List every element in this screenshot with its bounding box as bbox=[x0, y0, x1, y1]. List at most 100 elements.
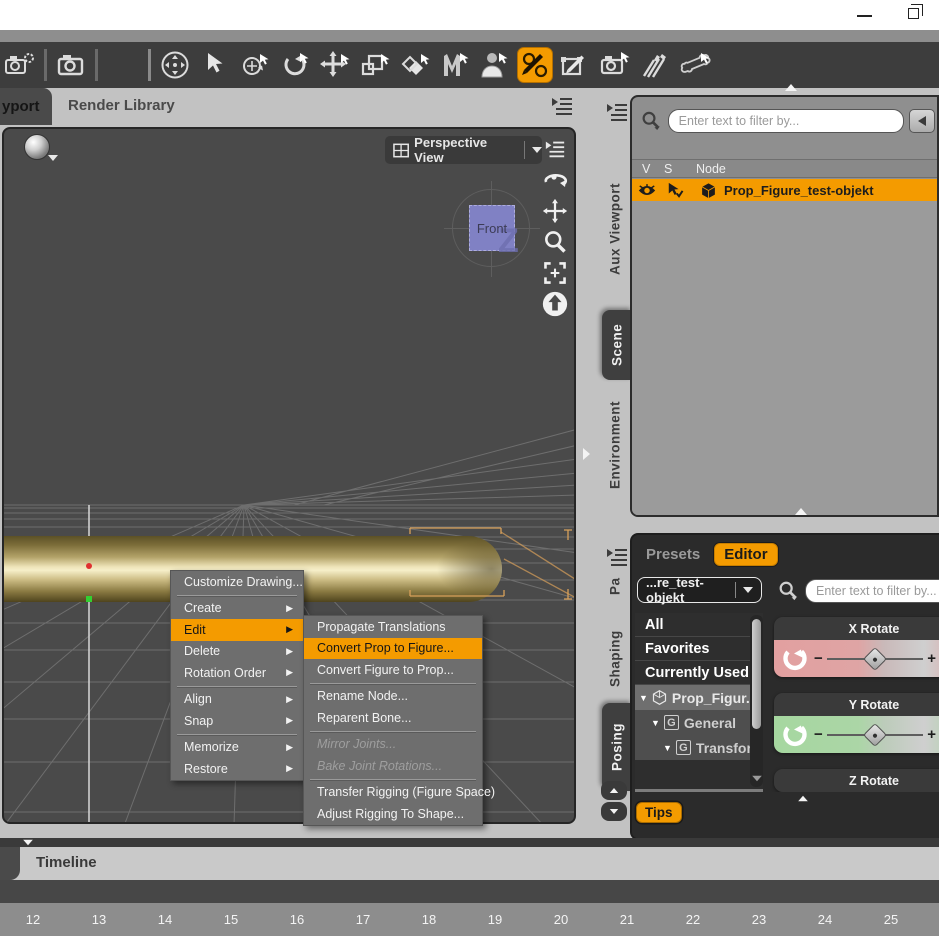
menu-delete[interactable]: Delete ▶ bbox=[171, 641, 303, 663]
frame-icon[interactable] bbox=[541, 259, 569, 286]
pane-spinner[interactable] bbox=[601, 781, 627, 821]
decrement-button[interactable]: − bbox=[814, 650, 823, 667]
slider-y-header[interactable]: Y Rotate bbox=[774, 693, 939, 716]
slider-y-body[interactable]: − + 0.00 bbox=[774, 716, 939, 753]
menu-convert-prop-to-figure[interactable]: Convert Prop to Figure... bbox=[304, 637, 482, 659]
universal-rotate-tool[interactable] bbox=[235, 45, 275, 85]
slider-y-track[interactable] bbox=[826, 722, 924, 747]
scene-pane-options-icon[interactable] bbox=[603, 100, 631, 124]
filter-back-button[interactable] bbox=[909, 109, 936, 133]
tree-scrollbar[interactable] bbox=[750, 615, 763, 787]
tree-expand-icon[interactable]: ▼ bbox=[663, 743, 672, 753]
scroll-down-icon[interactable] bbox=[752, 775, 762, 782]
restore-button[interactable] bbox=[902, 4, 928, 24]
tree-expand-icon[interactable]: ▼ bbox=[651, 718, 660, 728]
tab-render-library[interactable]: Render Library bbox=[68, 97, 175, 114]
horizontal-splitter[interactable] bbox=[0, 838, 939, 847]
render-button[interactable] bbox=[51, 45, 91, 85]
person-selection-tool[interactable] bbox=[475, 45, 515, 85]
view-cube-front-face[interactable]: Z Front bbox=[469, 205, 519, 260]
scale-tool[interactable] bbox=[355, 45, 395, 85]
pane-resize-handle[interactable] bbox=[795, 508, 807, 515]
slider-x-body[interactable]: − + 0.00 bbox=[774, 640, 939, 677]
viewport-options-icon[interactable] bbox=[541, 135, 569, 162]
tab-shaping[interactable]: Shaping bbox=[600, 618, 630, 700]
pan-camera-icon[interactable] bbox=[541, 197, 569, 224]
menu-transfer-rigging[interactable]: Transfer Rigging (Figure Space) bbox=[304, 782, 495, 804]
orbit-camera-icon[interactable] bbox=[541, 166, 569, 193]
zoom-icon[interactable] bbox=[541, 228, 569, 255]
tab-scene[interactable]: Scene bbox=[602, 310, 632, 380]
menu-adjust-rigging-to-shape[interactable]: Adjust Rigging To Shape... bbox=[304, 803, 482, 825]
drawstyle-sphere-icon[interactable] bbox=[24, 134, 50, 160]
surface-selection-tool[interactable] bbox=[395, 45, 435, 85]
slider-x-thumb[interactable] bbox=[862, 646, 888, 671]
group-favorites[interactable]: Favorites bbox=[635, 637, 763, 661]
menu-propagate-translations[interactable]: Propagate Translations bbox=[304, 616, 482, 638]
tree-scrollbar-thumb[interactable] bbox=[752, 619, 761, 729]
menu-customize-drawing[interactable]: Customize Drawing... bbox=[171, 571, 303, 593]
tab-editor[interactable]: Editor bbox=[714, 543, 778, 566]
timeline-track-area[interactable] bbox=[0, 880, 939, 903]
node-editor-tool-active[interactable] bbox=[515, 45, 555, 85]
minimize-button[interactable] bbox=[852, 6, 878, 24]
group-all[interactable]: All bbox=[635, 613, 763, 637]
slider-x-header[interactable]: X Rotate bbox=[774, 617, 939, 640]
splitter-handle[interactable] bbox=[583, 448, 590, 460]
menu-create[interactable]: Create ▶ bbox=[171, 598, 303, 620]
menu-rotation-order[interactable]: Rotation Order ▶ bbox=[171, 662, 303, 684]
menu-restore[interactable]: Restore ▶ bbox=[171, 758, 303, 780]
tree-node-transforms[interactable]: ▼ G Transfor... bbox=[635, 735, 763, 760]
decrement-button[interactable]: − bbox=[814, 726, 823, 743]
tree-node-root[interactable]: ▼ Prop_Figur... bbox=[635, 685, 763, 710]
scene-filter-input[interactable] bbox=[667, 109, 905, 133]
pane-options-icon[interactable] bbox=[548, 94, 576, 118]
menu-convert-figure-to-prop[interactable]: Convert Figure to Prop... bbox=[304, 659, 482, 681]
slider-x-track[interactable] bbox=[826, 646, 924, 671]
brush-tool[interactable] bbox=[635, 45, 675, 85]
params-filter-input[interactable] bbox=[805, 579, 939, 603]
tips-button[interactable]: Tips bbox=[636, 802, 682, 823]
increment-button[interactable]: + bbox=[927, 650, 936, 667]
group-currently-used[interactable]: Currently Used bbox=[635, 661, 763, 685]
tab-parameters[interactable]: Pa bbox=[600, 563, 630, 609]
menu-memorize[interactable]: Memorize ▶ bbox=[171, 737, 303, 759]
tab-presets[interactable]: Presets bbox=[646, 546, 700, 563]
selectable-cursor-icon[interactable] bbox=[666, 182, 684, 198]
figure-m-tool[interactable] bbox=[435, 45, 475, 85]
slider-y-thumb[interactable] bbox=[862, 722, 888, 747]
slider-z-header[interactable]: Z Rotate bbox=[774, 769, 939, 792]
tree-expand-icon[interactable]: ▼ bbox=[639, 693, 648, 703]
menu-rename-node[interactable]: Rename Node... bbox=[304, 686, 482, 708]
pane-resize-handle[interactable] bbox=[798, 795, 808, 802]
scene-empty-area[interactable] bbox=[632, 201, 937, 515]
pane-resize-handle[interactable] bbox=[785, 84, 797, 91]
increment-button[interactable]: + bbox=[927, 726, 936, 743]
render-settings-button[interactable] bbox=[0, 45, 40, 85]
tree-node-general[interactable]: ▼ G General bbox=[635, 710, 763, 735]
translate-tool[interactable] bbox=[315, 45, 355, 85]
camera-cursor-tool[interactable] bbox=[595, 45, 635, 85]
menu-edit[interactable]: Edit ▶ bbox=[171, 619, 303, 641]
rotate-tool[interactable] bbox=[275, 45, 315, 85]
scene-node-row-selected[interactable]: Prop_Figure_test-objekt bbox=[632, 179, 937, 201]
camera-selector[interactable]: Perspective View bbox=[385, 135, 542, 165]
view-cube[interactable]: Z Front bbox=[444, 181, 540, 277]
geometry-editor-tool[interactable] bbox=[555, 45, 595, 85]
timeline-ruler[interactable]: 12 13 14 15 16 17 18 19 20 21 22 23 24 2… bbox=[0, 903, 939, 936]
viewport-pan-icon[interactable] bbox=[155, 45, 195, 85]
menu-reparent-bone[interactable]: Reparent Bone... bbox=[304, 707, 482, 729]
joint-editor-bone-tool[interactable] bbox=[675, 45, 715, 85]
timeline-tab-notch[interactable] bbox=[0, 847, 20, 880]
home-view-icon[interactable] bbox=[541, 290, 569, 317]
menu-align[interactable]: Align ▶ bbox=[171, 689, 303, 711]
splitter-collapse-icon[interactable] bbox=[23, 839, 33, 846]
node-selection-tool[interactable] bbox=[195, 45, 235, 85]
drawstyle-dropdown-arrow[interactable] bbox=[48, 155, 58, 161]
tab-posing[interactable]: Posing bbox=[602, 703, 632, 791]
eye-visible-icon[interactable] bbox=[637, 183, 657, 198]
tab-viewport[interactable]: yport bbox=[0, 88, 52, 125]
tab-aux-viewport[interactable]: Aux Viewport bbox=[600, 153, 630, 305]
node-dropdown[interactable]: ...re_test-objekt bbox=[637, 575, 762, 605]
tab-environment[interactable]: Environment bbox=[600, 385, 630, 505]
